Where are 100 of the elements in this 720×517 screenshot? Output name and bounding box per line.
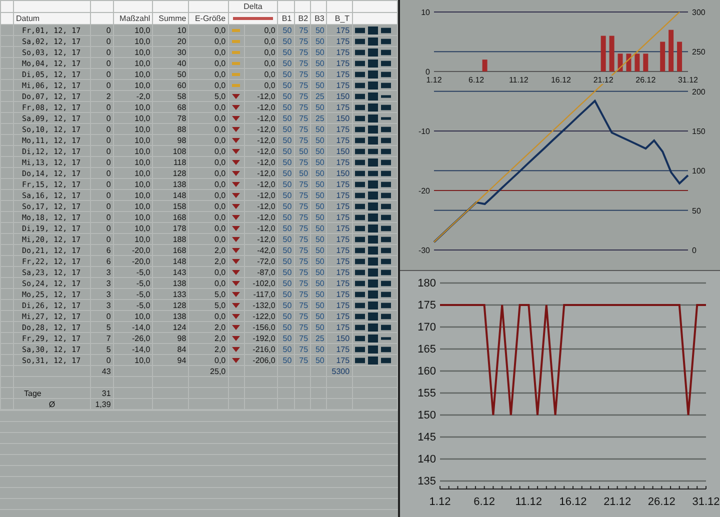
table-cell: 5,0 <box>214 300 226 310</box>
table-cell: -12,0 <box>257 136 276 144</box>
bar <box>626 54 632 72</box>
table-cell: 0 <box>106 48 111 56</box>
table-cell: 2,0 <box>214 334 226 342</box>
table-cell: -2,0 <box>136 92 150 100</box>
mini-bar-icon <box>352 58 393 68</box>
table-cell: 10,0 <box>134 36 150 46</box>
table-cell: 10 <box>177 26 186 34</box>
table-cell: 138 <box>172 312 186 320</box>
table-cell: 50 <box>315 36 324 46</box>
table-cell: 50 <box>282 124 292 134</box>
mini-bar-icon <box>352 26 393 34</box>
table-cell: 6 <box>106 256 111 266</box>
table-cell: 98 <box>177 334 186 342</box>
table-cell: 175 <box>336 312 350 320</box>
table-cell: 50 <box>315 224 324 232</box>
table-cell: -12,0 <box>257 180 276 188</box>
table-cell: 0,0 <box>214 212 226 222</box>
mini-bar-icon <box>352 124 393 134</box>
table-cell: 10,0 <box>134 158 150 166</box>
table-cell: 10,0 <box>134 234 150 244</box>
table-cell: 175 <box>336 268 350 276</box>
table-cell: 168 <box>172 246 186 254</box>
table-cell: 94 <box>177 356 186 364</box>
table-cell: 0,0 <box>214 146 226 156</box>
mini-bar-icon <box>352 224 393 232</box>
column-header: E-Größe <box>194 14 226 23</box>
table-cell: 75 <box>299 202 308 210</box>
table-cell: -5,0 <box>136 300 150 310</box>
table-cell: 150 <box>336 168 350 178</box>
table-cell: 10,0 <box>134 70 150 78</box>
table-cell: 50 <box>315 124 324 134</box>
axis-tick-label: 11.12 <box>515 496 542 508</box>
table-cell: 50 <box>282 158 292 166</box>
table-cell: 0,0 <box>214 80 226 90</box>
mini-bar-icon <box>352 70 393 78</box>
table-cell: 133 <box>172 290 186 298</box>
table-cell: 0 <box>106 70 111 78</box>
axis-tick-label: 0 <box>692 246 696 255</box>
mini-bar-icon <box>352 202 393 210</box>
table-cell: 150 <box>336 146 350 156</box>
table-cell: 75 <box>299 268 308 276</box>
table-cell: 175 <box>336 80 350 90</box>
table-cell: 0,0 <box>214 278 226 288</box>
table-cell: 10,0 <box>134 202 150 210</box>
table-cell: 128 <box>172 300 186 310</box>
table-cell: 175 <box>336 202 350 210</box>
mini-bar-icon <box>352 322 393 332</box>
table-cell: 143 <box>172 268 186 276</box>
table-cell: 30 <box>177 48 186 56</box>
column-header: B1 <box>282 14 292 23</box>
table-cell: 50 <box>315 180 324 188</box>
table-cell: 124 <box>172 322 186 332</box>
table-cell: 50 <box>282 268 292 276</box>
table-cell: 75 <box>299 356 308 364</box>
table-cell: -132,0 <box>252 300 276 310</box>
table-cell: 0 <box>106 224 111 232</box>
table-cell: 78 <box>177 114 186 122</box>
table-cell: 175 <box>336 48 350 56</box>
stat-value: 1,39 <box>95 400 111 408</box>
table-cell: 75 <box>299 224 308 232</box>
mini-bar-icon <box>352 180 393 188</box>
axis-tick-label: 16.12 <box>550 76 572 84</box>
table-cell: 25 <box>315 114 324 122</box>
table-cell: 0,0 <box>214 26 226 34</box>
mini-bar-icon <box>352 146 393 156</box>
table-cell: -12,0 <box>257 102 276 112</box>
table-cell: 0 <box>106 212 111 222</box>
table-cell: 50 <box>315 102 324 112</box>
table-cell: 0,0 <box>214 124 226 134</box>
table-cell: 75 <box>299 180 308 188</box>
table-cell: 50 <box>315 234 324 244</box>
table-cell: 175 <box>336 26 350 34</box>
table-cell: 168 <box>172 212 186 222</box>
column-header: B_T <box>334 14 350 23</box>
table-cell: -12,0 <box>257 212 276 222</box>
table-cell: 175 <box>336 180 350 188</box>
table-cell: -156,0 <box>252 322 276 332</box>
table-cell: -20,0 <box>132 256 150 266</box>
table-cell: 50 <box>282 234 292 244</box>
table-cell: -72,0 <box>257 256 276 266</box>
table-cell: -14,0 <box>132 344 150 354</box>
axis-tick-label: 135 <box>418 476 436 488</box>
table-cell: 0 <box>106 356 111 364</box>
axis-tick-label: 1.12 <box>426 76 442 84</box>
table-cell: 10,0 <box>134 212 150 222</box>
table-cell: 150 <box>336 334 350 342</box>
table-cell: 175 <box>336 190 350 200</box>
table-cell: 75 <box>299 278 308 288</box>
table-cell: 25 <box>315 334 324 342</box>
table-cell: 5 <box>106 344 111 354</box>
table-cell: 75 <box>299 334 308 342</box>
table-cell: -12,0 <box>257 168 276 178</box>
table-cell: 50 <box>282 246 292 254</box>
table-cell: 10,0 <box>134 356 150 364</box>
table-cell: 0,0 <box>264 36 276 46</box>
table-cell: 10,0 <box>134 58 150 68</box>
table-cell: 98 <box>177 136 186 144</box>
table-cell: 50 <box>315 70 324 78</box>
